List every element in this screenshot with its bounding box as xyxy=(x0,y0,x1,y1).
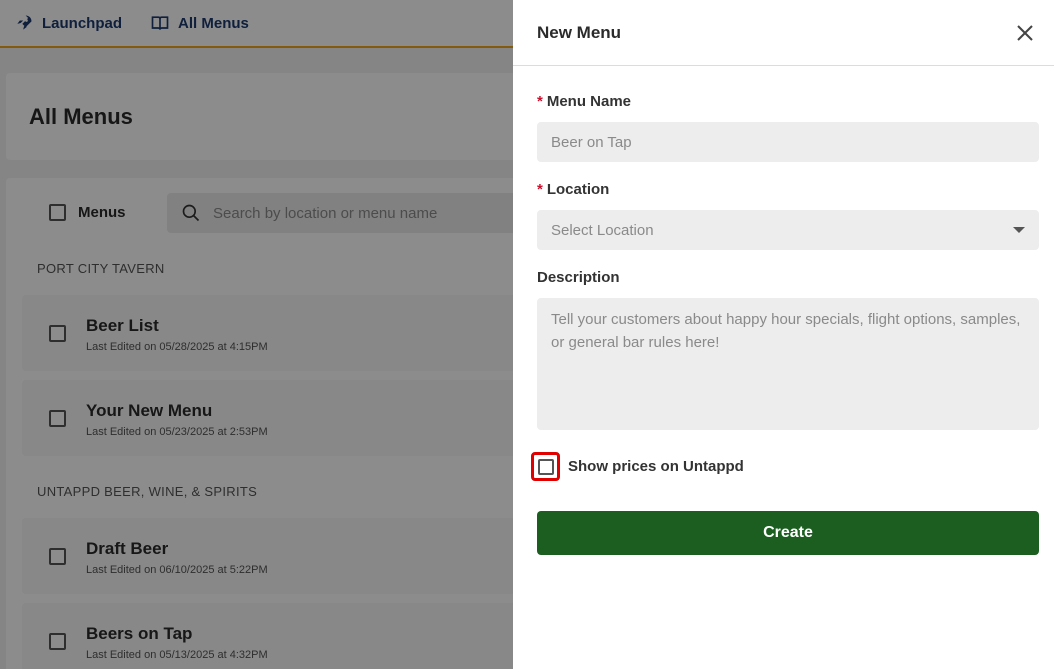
menu-name-input[interactable] xyxy=(537,122,1039,162)
chevron-down-icon xyxy=(1013,227,1025,233)
description-label: Description xyxy=(537,269,620,286)
location-label: * Location xyxy=(537,181,609,198)
menu-name-label: * Menu Name xyxy=(537,93,631,110)
location-select[interactable]: Select Location xyxy=(537,210,1039,250)
new-menu-drawer: New Menu *Menu Name *Location Select Loc… xyxy=(513,0,1054,669)
checkbox-box xyxy=(537,458,554,475)
drawer-title: New Menu xyxy=(537,22,622,42)
location-select-value: Select Location xyxy=(551,221,654,239)
drawer-header: New Menu xyxy=(513,0,1054,66)
close-icon xyxy=(1017,24,1033,41)
show-prices-row: Show prices on Untappd xyxy=(531,452,744,481)
show-prices-label: Show prices on Untappd xyxy=(568,458,744,475)
required-marker: * xyxy=(537,181,543,198)
location-label-text: Location xyxy=(546,181,610,198)
description-textarea[interactable] xyxy=(537,298,1039,430)
close-button[interactable] xyxy=(1010,18,1040,48)
create-button[interactable]: Create xyxy=(537,511,1039,555)
modal-backdrop[interactable] xyxy=(0,0,513,669)
required-marker: * xyxy=(537,93,543,110)
show-prices-checkbox[interactable] xyxy=(531,452,560,481)
menu-name-label-text: Menu Name xyxy=(546,93,632,110)
